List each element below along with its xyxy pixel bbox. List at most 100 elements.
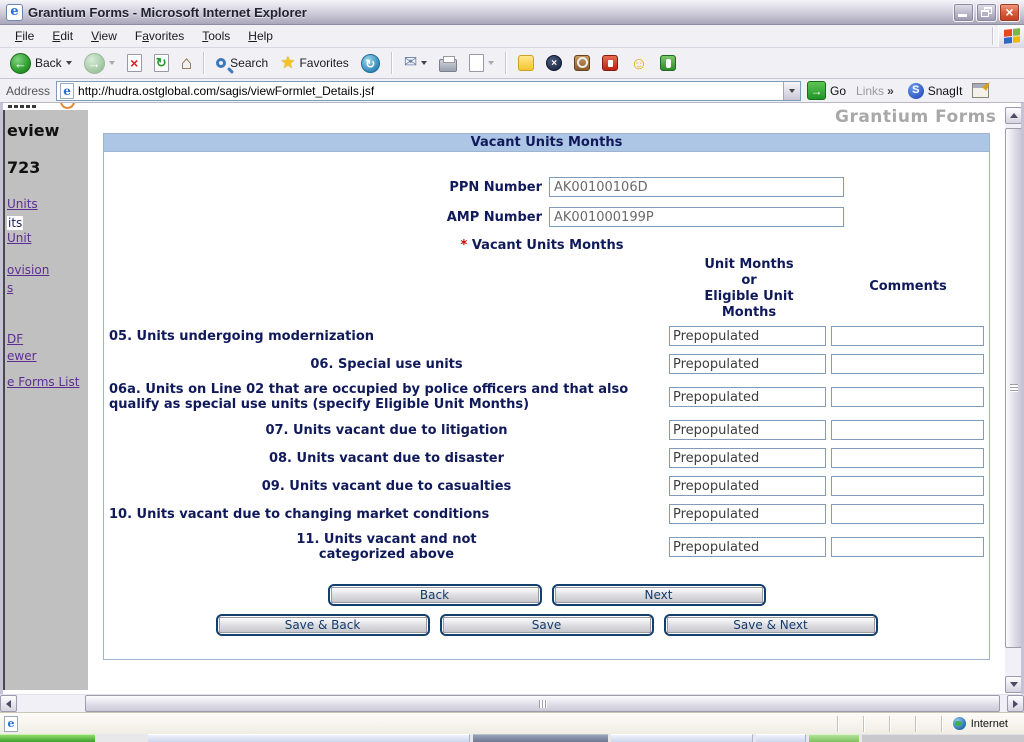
minimize-icon: [958, 14, 967, 17]
menu-edit[interactable]: Edit: [43, 26, 82, 46]
ppn-number-input[interactable]: [549, 177, 844, 197]
snagit-capture-icon[interactable]: [972, 83, 989, 98]
sidebar-link-forms-list[interactable]: e Forms List: [7, 375, 79, 389]
unit-months-input[interactable]: [669, 387, 826, 407]
minimize-button[interactable]: [953, 3, 974, 22]
snagit-button[interactable]: S SnagIt: [908, 83, 990, 99]
mail-button[interactable]: ✉: [400, 52, 431, 74]
red-addon-button[interactable]: [598, 53, 622, 73]
sidebar-link-units[interactable]: Units: [7, 197, 38, 211]
menu-help[interactable]: Help: [239, 26, 282, 46]
comments-input[interactable]: [831, 448, 984, 468]
address-url[interactable]: http://hudra.ostglobal.com/sagis/viewFor…: [78, 84, 374, 98]
amp-number-label: AMP Number: [104, 210, 542, 225]
close-button[interactable]: ×: [999, 3, 1020, 22]
horizontal-scrollbar[interactable]: [0, 694, 1024, 712]
address-field[interactable]: e http://hudra.ostglobal.com/sagis/viewF…: [56, 81, 801, 101]
comments-input[interactable]: [831, 387, 984, 407]
menu-file[interactable]: File: [6, 26, 43, 46]
address-dropdown-button[interactable]: [783, 82, 800, 100]
unit-months-input[interactable]: [669, 476, 826, 496]
print-button[interactable]: [435, 53, 461, 74]
comments-input[interactable]: [831, 537, 984, 557]
menu-view[interactable]: View: [82, 26, 126, 46]
back-button[interactable]: ← Back: [6, 51, 76, 76]
messenger-block-button[interactable]: ×: [542, 53, 566, 73]
sidebar-link-unit[interactable]: Unit: [7, 231, 31, 245]
comments-input[interactable]: [831, 476, 984, 496]
ie-logo-icon: e: [6, 4, 23, 21]
taskbar-button-highlighted[interactable]: [809, 734, 859, 742]
zone-label: Internet: [971, 718, 1008, 730]
sidebar-link-pdf[interactable]: DF: [7, 332, 23, 346]
scroll-left-button[interactable]: [0, 695, 17, 712]
comments-input[interactable]: [831, 354, 984, 374]
scroll-up-button[interactable]: [1005, 107, 1022, 124]
stop-button[interactable]: ×: [123, 52, 146, 74]
ppn-number-label: PPN Number: [104, 180, 542, 195]
taskbar-button[interactable]: [148, 734, 470, 742]
home-button[interactable]: ⌂: [177, 51, 196, 76]
horizontal-scroll-thumb[interactable]: [85, 695, 1000, 712]
messenger-button[interactable]: ☺: [626, 53, 651, 74]
menu-tools[interactable]: Tools: [193, 26, 239, 46]
sidebar-link-selected[interactable]: its: [7, 216, 23, 230]
research-button[interactable]: [570, 53, 594, 73]
search-button[interactable]: Search: [212, 54, 272, 72]
unit-months-input[interactable]: [669, 420, 826, 440]
green-addon-button[interactable]: [656, 53, 680, 73]
taskbar-button-active[interactable]: [473, 734, 608, 742]
vacant-units-form: Vacant Units Months PPN Number AMP Numbe…: [103, 133, 990, 660]
menu-favorites[interactable]: Favorites: [126, 26, 193, 46]
row-label: 06. Special use units: [104, 357, 664, 372]
menu-bar: File Edit View Favorites Tools Help: [0, 25, 1024, 48]
sidebar-link-viewer[interactable]: ewer: [7, 349, 37, 363]
address-bar: Address e http://hudra.ostglobal.com/sag…: [0, 79, 1024, 103]
forward-button[interactable]: →: [80, 51, 119, 76]
title-bar: e Grantium Forms - Microsoft Internet Ex…: [0, 0, 1024, 25]
comments-input[interactable]: [831, 420, 984, 440]
comments-input[interactable]: [831, 326, 984, 346]
start-button[interactable]: [0, 734, 95, 742]
back-form-button[interactable]: Back: [328, 584, 542, 606]
mail-dropdown-icon[interactable]: [421, 61, 427, 65]
scroll-down-button[interactable]: [1005, 676, 1022, 693]
unit-months-input[interactable]: [669, 326, 826, 346]
scroll-right-button[interactable]: [1007, 695, 1024, 712]
sidebar-heading-review: eview: [7, 121, 59, 140]
search-icon: [216, 58, 226, 68]
content-frame: Grantium Forms Vacant Units Months PPN N…: [88, 110, 1007, 694]
sidebar-link-s[interactable]: s: [7, 281, 13, 295]
comments-input[interactable]: [831, 504, 984, 524]
unit-months-input[interactable]: [669, 448, 826, 468]
back-dropdown-icon[interactable]: [66, 61, 72, 65]
unit-months-input[interactable]: [669, 354, 826, 374]
vertical-scrollbar[interactable]: [1005, 107, 1022, 693]
edit-button[interactable]: [465, 52, 498, 74]
history-button[interactable]: ↻: [357, 52, 384, 75]
research-icon: [574, 55, 590, 71]
orange-arc-icon: [60, 103, 75, 109]
snagit-icon: S: [908, 83, 924, 99]
discuss-button[interactable]: [514, 53, 538, 73]
unit-months-input[interactable]: [669, 504, 826, 524]
form-rows: 05. Units undergoing modernization 06. S…: [104, 326, 989, 562]
taskbar-button[interactable]: [611, 734, 753, 742]
restore-button[interactable]: [976, 3, 997, 22]
amp-number-input[interactable]: [549, 207, 844, 227]
vertical-scroll-thumb[interactable]: [1005, 128, 1022, 648]
unit-months-input-focused[interactable]: [669, 537, 826, 557]
favorites-button[interactable]: ★ Favorites: [276, 52, 353, 74]
taskbar-button[interactable]: [756, 734, 806, 742]
links-menu[interactable]: Links »: [856, 84, 894, 98]
chevron-down-icon: [789, 89, 795, 93]
sidebar-link-provision[interactable]: ovision: [7, 263, 49, 277]
save-button[interactable]: Save: [440, 614, 654, 636]
save-and-next-button[interactable]: Save & Next: [664, 614, 878, 636]
go-button[interactable]: → Go: [807, 81, 846, 100]
refresh-button[interactable]: ↻: [150, 52, 173, 74]
save-and-back-button[interactable]: Save & Back: [216, 614, 430, 636]
arrow-down-icon: [1010, 682, 1018, 687]
next-form-button[interactable]: Next: [552, 584, 766, 606]
browser-toolbar: ← Back → × ↻ ⌂ Search ★ Favorites ↻ ✉ ×: [0, 48, 1024, 79]
